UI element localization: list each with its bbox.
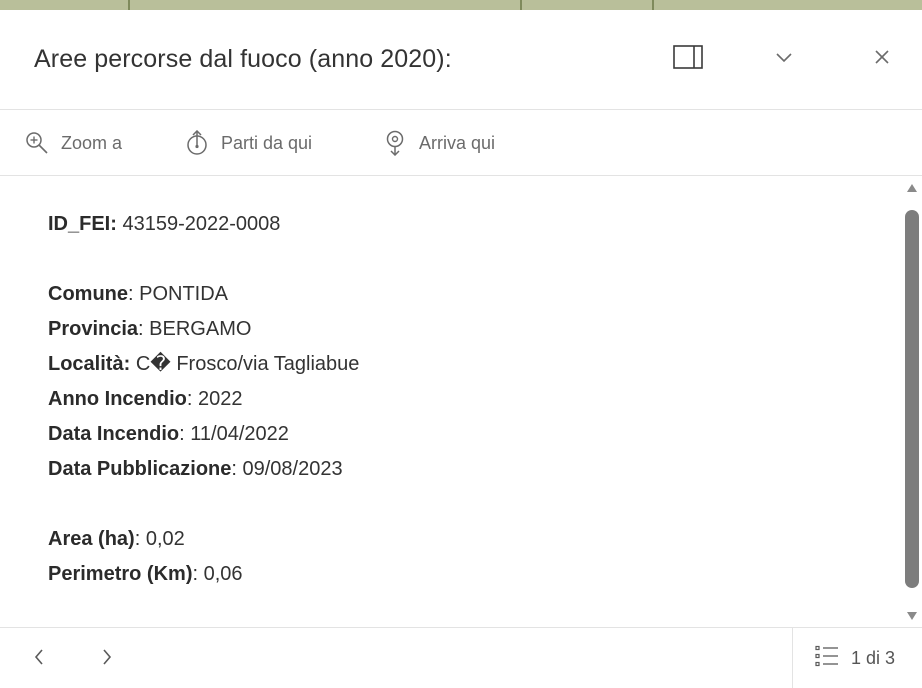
attribute-label: ID_FEI: xyxy=(48,213,117,235)
attribute-label: Comune xyxy=(48,283,128,305)
popup-footer: 1 di 3 xyxy=(0,627,922,688)
attribute-value: 09/08/2023 xyxy=(242,458,343,480)
close-icon xyxy=(874,49,890,70)
attribute-row: Anno Incendio: 2022 xyxy=(48,382,359,417)
dock-panel-button[interactable] xyxy=(664,38,712,80)
attribute-value: 2022 xyxy=(198,388,243,410)
collapse-button[interactable] xyxy=(764,38,804,80)
chevron-left-icon xyxy=(34,648,44,670)
attribute-separator: : xyxy=(128,283,134,305)
attribute-row: Area (ha): 0,02 xyxy=(48,522,359,557)
chevron-right-icon xyxy=(102,648,112,670)
next-feature-button[interactable] xyxy=(92,642,122,676)
scrollbar-thumb[interactable] xyxy=(905,210,919,588)
attribute-value: 11/04/2022 xyxy=(190,423,289,445)
attribute-label: Area (ha) xyxy=(48,528,135,550)
attribute-value: C� Frosco/via Tagliabue xyxy=(135,353,360,375)
previous-feature-button[interactable] xyxy=(24,642,54,676)
attribute-row: Data Pubblicazione: 09/08/2023 xyxy=(48,452,359,487)
arrive-here-label: Arriva qui xyxy=(419,132,496,153)
attribute-value: 43159-2022-0008 xyxy=(122,213,281,235)
start-from-here-label: Parti da qui xyxy=(221,132,313,153)
attribute-label: Perimetro (Km) xyxy=(48,563,193,585)
attribute-label: Provincia xyxy=(48,318,139,340)
attribute-row: Località: C� Frosco/via Tagliabue xyxy=(48,347,359,382)
scroll-up-arrow-icon[interactable] xyxy=(907,184,917,192)
scroll-down-arrow-icon[interactable] xyxy=(907,612,917,620)
map-road-line xyxy=(520,0,522,10)
zoom-to-action[interactable]: Zoom a xyxy=(24,128,122,158)
feature-list-icon xyxy=(815,645,839,672)
map-road-line xyxy=(128,0,130,10)
popup-action-bar: Zoom a Parti da qui Arriva qui xyxy=(0,110,922,176)
attribute-label: Data Pubblicazione xyxy=(48,458,232,480)
popup-header: Aree percorse dal fuoco (anno 2020): xyxy=(0,10,922,110)
zoom-in-icon xyxy=(24,130,50,156)
arrive-here-action[interactable]: Arriva qui xyxy=(382,128,495,158)
dock-panel-icon xyxy=(673,44,703,74)
popup-title: Aree percorse dal fuoco (anno 2020): xyxy=(34,45,452,73)
attribute-row: Perimetro (Km): 0,06 xyxy=(48,557,359,592)
attribute-label: Anno Incendio xyxy=(48,388,187,410)
attribute-row-id-fei: ID_FEI: 43159-2022-0008 xyxy=(48,207,359,242)
attribute-value: BERGAMO xyxy=(149,318,252,340)
start-from-here-action[interactable]: Parti da qui xyxy=(184,128,312,158)
feature-attributes: ID_FEI: 43159-2022-0008 Comune: PONTIDA P… xyxy=(48,207,359,592)
attribute-value: 0,02 xyxy=(145,528,185,550)
attribute-label: Data Incendio xyxy=(48,423,180,445)
pager-count: 1 di 3 xyxy=(851,648,896,668)
feature-list-toggle[interactable]: 1 di 3 xyxy=(792,628,922,688)
map-background-strip xyxy=(0,0,922,10)
attribute-value: 0,06 xyxy=(203,563,243,585)
attribute-group-measurements: Area (ha): 0,02 Perimetro (Km): 0,06 xyxy=(48,522,359,592)
destination-pin-icon xyxy=(382,130,408,156)
attribute-group-location-dates: Comune: PONTIDA Provincia: BERGAMO Localit… xyxy=(48,277,359,487)
attribute-row: Comune: PONTIDA xyxy=(48,277,359,312)
close-button[interactable] xyxy=(860,38,904,80)
popup-content: ID_FEI: 43159-2022-0008 Comune: PONTIDA P… xyxy=(0,177,902,627)
attribute-row: Provincia: BERGAMO xyxy=(48,312,359,347)
attribute-separator: : xyxy=(179,423,185,445)
chevron-down-icon xyxy=(776,50,792,68)
attribute-value: PONTIDA xyxy=(139,283,229,305)
vertical-scrollbar[interactable] xyxy=(902,180,922,626)
zoom-to-label: Zoom a xyxy=(61,132,123,153)
map-road-line xyxy=(652,0,654,10)
attribute-label: Località: xyxy=(48,353,131,375)
attribute-separator: : xyxy=(138,318,144,340)
attribute-row: Data Incendio: 11/04/2022 xyxy=(48,417,359,452)
start-route-icon xyxy=(184,130,210,156)
